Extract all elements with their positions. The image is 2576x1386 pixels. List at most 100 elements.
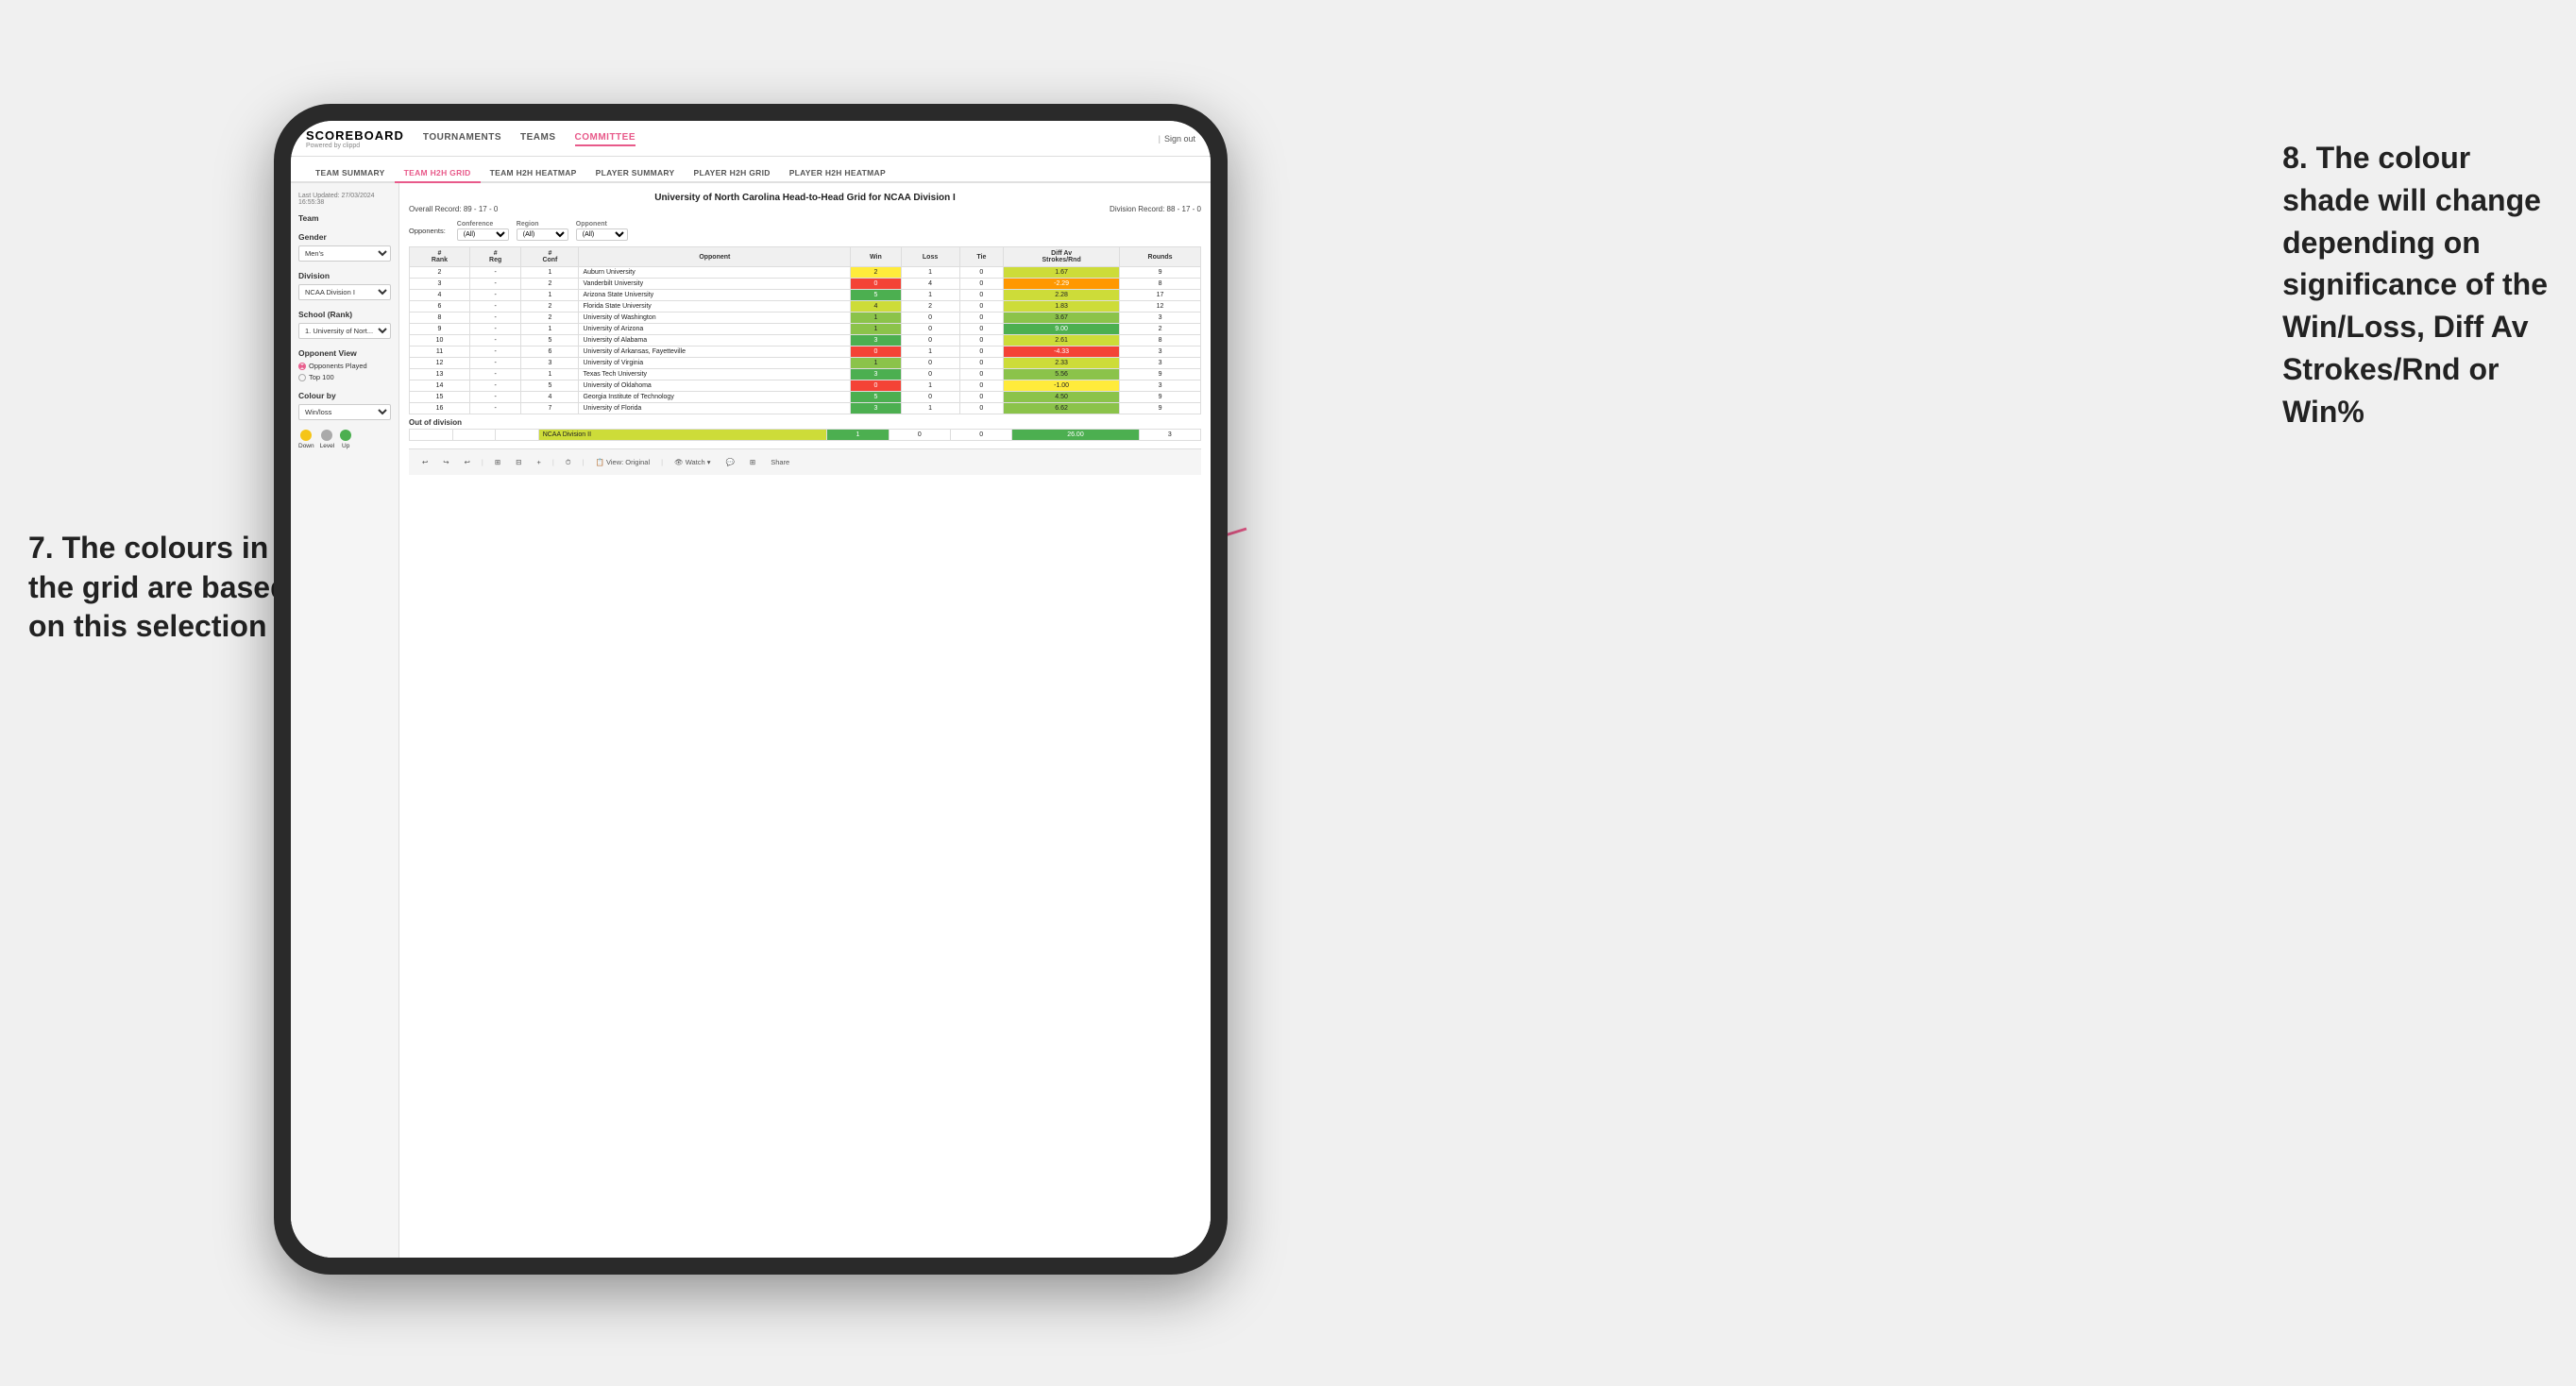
region-filter-label: Region <box>517 221 568 228</box>
cell-reg: - <box>469 358 520 369</box>
tab-team-h2h-heatmap[interactable]: TEAM H2H HEATMAP <box>481 164 586 183</box>
cell-rounds: 9 <box>1120 403 1201 414</box>
od-cell-rounds: 3 <box>1139 430 1200 441</box>
cell-rounds: 3 <box>1120 380 1201 392</box>
toolbar-plus[interactable]: + <box>533 456 544 468</box>
cell-loss: 4 <box>901 279 959 290</box>
cell-win: 0 <box>851 380 901 392</box>
nav-committee[interactable]: COMMITTEE <box>575 130 636 146</box>
radio-top100[interactable]: Top 100 <box>298 373 391 381</box>
timestamp-date: Last Updated: 27/03/2024 <box>298 193 391 199</box>
toolbar-minus[interactable]: ⊟ <box>512 456 525 468</box>
cell-loss: 0 <box>901 324 959 335</box>
toolbar-sep4: | <box>661 458 663 466</box>
toolbar-undo[interactable]: ↩ <box>418 456 432 468</box>
tab-player-summary[interactable]: PLAYER SUMMARY <box>586 164 685 183</box>
cell-conf: 5 <box>521 380 579 392</box>
cell-rank: 3 <box>410 279 470 290</box>
conference-filter-label: Conference <box>457 221 509 228</box>
radio-opponents-played[interactable]: Opponents Played <box>298 362 391 370</box>
toolbar-grid[interactable]: ⊞ <box>491 456 504 468</box>
conference-filter-select[interactable]: (All) <box>457 228 509 241</box>
cell-win: 3 <box>851 335 901 346</box>
filter-opponent: Opponent (All) <box>576 221 628 241</box>
cell-diff: 2.28 <box>1004 290 1120 301</box>
cell-rounds: 8 <box>1120 279 1201 290</box>
cell-loss: 1 <box>901 267 959 279</box>
data-table: #Rank #Reg #Conf Opponent Win Loss Tie D… <box>409 246 1201 414</box>
nav-items: TOURNAMENTS TEAMS COMMITTEE <box>423 130 1159 146</box>
cell-rounds: 9 <box>1120 392 1201 403</box>
legend-level-label: Level <box>320 443 335 449</box>
cell-diff: -4.33 <box>1004 346 1120 358</box>
cell-conf: 2 <box>521 301 579 313</box>
col-reg: #Reg <box>469 247 520 267</box>
tab-player-h2h-grid[interactable]: PLAYER H2H GRID <box>685 164 780 183</box>
cell-rounds: 2 <box>1120 324 1201 335</box>
cell-reg: - <box>469 403 520 414</box>
table-header-row: #Rank #Reg #Conf Opponent Win Loss Tie D… <box>410 247 1201 267</box>
region-filter-select[interactable]: (All) <box>517 228 568 241</box>
cell-rank: 16 <box>410 403 470 414</box>
od-cell-rank <box>410 430 453 441</box>
cell-reg: - <box>469 279 520 290</box>
toolbar-view[interactable]: 📋 View: Original <box>592 456 654 468</box>
grid-title: University of North Carolina Head-to-Hea… <box>409 193 1201 203</box>
cell-win: 5 <box>851 290 901 301</box>
cell-rank: 8 <box>410 313 470 324</box>
nav-tournaments[interactable]: TOURNAMENTS <box>423 130 501 146</box>
legend-up-dot <box>340 430 351 441</box>
tab-team-h2h-grid[interactable]: TEAM H2H GRID <box>395 164 481 183</box>
colour-by-label: Colour by <box>298 391 391 400</box>
col-rank: #Rank <box>410 247 470 267</box>
cell-win: 0 <box>851 346 901 358</box>
school-select[interactable]: 1. University of Nort... <box>298 323 391 339</box>
toolbar-timer[interactable]: ⏱ <box>562 456 575 469</box>
sign-out-button[interactable]: Sign out <box>1164 134 1195 144</box>
division-record-value: 88 - 17 - 0 <box>1167 205 1201 213</box>
opponent-filter-label: Opponent <box>576 221 628 228</box>
table-row: 8 - 2 University of Washington 1 0 0 3.6… <box>410 313 1201 324</box>
colour-by-select[interactable]: Win/loss <box>298 404 391 420</box>
cell-rank: 14 <box>410 380 470 392</box>
cell-loss: 1 <box>901 380 959 392</box>
cell-win: 2 <box>851 267 901 279</box>
division-select[interactable]: NCAA Division I <box>298 284 391 300</box>
table-row: 16 - 7 University of Florida 3 1 0 6.62 … <box>410 403 1201 414</box>
cell-loss: 0 <box>901 392 959 403</box>
opponent-filter-select[interactable]: (All) <box>576 228 628 241</box>
cell-rank: 15 <box>410 392 470 403</box>
toolbar-back[interactable]: ↩ <box>461 456 474 468</box>
toolbar-share-icon[interactable]: ⊞ <box>746 456 759 468</box>
cell-rank: 12 <box>410 358 470 369</box>
table-row: 3 - 2 Vanderbilt University 0 4 0 -2.29 … <box>410 279 1201 290</box>
color-legend: Down Level Up <box>298 430 391 449</box>
toolbar-redo[interactable]: ↪ <box>439 456 452 468</box>
toolbar-chat[interactable]: 💬 <box>722 456 738 468</box>
nav-teams[interactable]: TEAMS <box>520 130 556 146</box>
sidebar-school-section: School (Rank) 1. University of Nort... <box>298 310 391 339</box>
logo-sub: Powered by clippd <box>306 143 404 149</box>
sidebar-timestamp: Last Updated: 27/03/2024 16:55:38 <box>298 193 391 206</box>
toolbar-sep1: | <box>482 458 483 466</box>
tab-player-h2h-heatmap[interactable]: PLAYER H2H HEATMAP <box>780 164 895 183</box>
cell-win: 1 <box>851 324 901 335</box>
toolbar-watch[interactable]: 👁 Watch ▾ <box>670 456 714 468</box>
toolbar-share[interactable]: Share <box>767 456 793 468</box>
cell-reg: - <box>469 392 520 403</box>
bottom-toolbar: ↩ ↪ ↩ | ⊞ ⊟ + | ⏱ | 📋 View: Original | 👁… <box>409 448 1201 475</box>
table-row: 12 - 3 University of Virginia 1 0 0 2.33… <box>410 358 1201 369</box>
cell-rounds: 9 <box>1120 267 1201 279</box>
cell-loss: 0 <box>901 335 959 346</box>
cell-conf: 1 <box>521 369 579 380</box>
radio-group: Opponents Played Top 100 <box>298 362 391 381</box>
radio-label-opponents: Opponents Played <box>309 362 367 370</box>
cell-loss: 1 <box>901 403 959 414</box>
tab-team-summary[interactable]: TEAM SUMMARY <box>306 164 395 183</box>
out-of-division-header: Out of division <box>409 414 1201 429</box>
toolbar-sep2: | <box>552 458 554 466</box>
cell-reg: - <box>469 346 520 358</box>
gender-select[interactable]: Men's <box>298 245 391 262</box>
cell-tie: 0 <box>959 301 1004 313</box>
cell-reg: - <box>469 335 520 346</box>
